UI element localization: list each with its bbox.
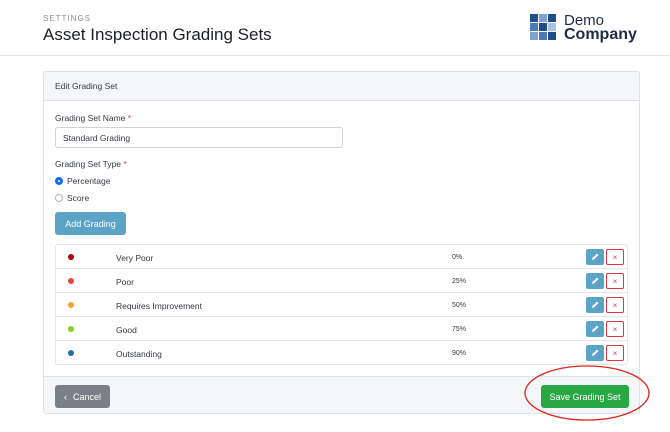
page-header: SETTINGS Asset Inspection Grading Sets D…: [0, 0, 670, 56]
grade-value: 75%: [452, 326, 467, 333]
grading-row: Outstanding 90% ×: [56, 341, 627, 365]
grade-name: Requires Improvement: [116, 301, 202, 311]
pencil-icon: [592, 253, 599, 260]
grading-set-type-label: Grading Set Type *: [55, 159, 127, 169]
pencil-icon: [592, 277, 599, 284]
grade-name: Outstanding: [116, 349, 162, 359]
edit-grading-button[interactable]: [586, 273, 604, 289]
delete-grading-button[interactable]: ×: [606, 321, 624, 337]
logo-grid-icon: [530, 14, 557, 41]
grade-value: 90%: [452, 350, 467, 357]
grading-row: Very Poor 0% ×: [56, 245, 627, 269]
grading-row: Requires Improvement 50% ×: [56, 293, 627, 317]
logo-text-company: Company: [564, 26, 637, 43]
pencil-icon: [592, 301, 599, 308]
radio-option-score[interactable]: Score: [55, 193, 89, 203]
grade-color-dot: [68, 326, 74, 332]
delete-grading-button[interactable]: ×: [606, 273, 624, 289]
grading-row: Poor 25% ×: [56, 269, 627, 293]
pencil-icon: [592, 325, 599, 332]
required-indicator: *: [127, 113, 132, 123]
radio-label-score: Score: [67, 193, 90, 203]
add-grading-button[interactable]: Add Grading: [55, 212, 126, 235]
grading-set-type-label-text: Grading Set Type: [55, 159, 121, 169]
page-title: Asset Inspection Grading Sets: [43, 25, 272, 44]
edit-grading-button[interactable]: [586, 321, 604, 337]
radio-unchecked-icon[interactable]: [55, 194, 63, 202]
grade-value: 50%: [452, 302, 467, 309]
chevron-left-icon: ‹: [63, 391, 67, 402]
cancel-button[interactable]: ‹ Cancel: [55, 385, 110, 408]
card-header: Edit Grading Set: [44, 72, 639, 101]
grade-color-dot: [68, 302, 74, 308]
pencil-icon: [592, 349, 599, 356]
grading-list: Very Poor 0% × Poor 25% × Requires Impro…: [55, 244, 628, 365]
breadcrumb-settings[interactable]: SETTINGS: [43, 14, 91, 23]
grading-set-name-input[interactable]: [55, 127, 343, 148]
delete-grading-button[interactable]: ×: [606, 249, 624, 265]
edit-grading-button[interactable]: [586, 345, 604, 361]
card-header-title: Edit Grading Set: [55, 81, 118, 91]
delete-grading-button[interactable]: ×: [606, 345, 624, 361]
grade-name: Poor: [116, 277, 134, 287]
grade-color-dot: [68, 254, 74, 260]
radio-checked-icon[interactable]: [55, 177, 63, 185]
delete-grading-button[interactable]: ×: [606, 297, 624, 313]
grading-row: Good 75% ×: [56, 317, 627, 341]
grade-value: 25%: [452, 278, 467, 285]
radio-label-percentage: Percentage: [67, 176, 111, 186]
grade-name: Very Poor: [116, 253, 154, 263]
grade-color-dot: [68, 350, 74, 356]
cancel-button-label: Cancel: [72, 391, 101, 402]
card-footer: ‹ Cancel Save Grading Set: [44, 376, 639, 413]
grading-set-name-label-text: Grading Set Name: [55, 113, 126, 123]
radio-option-percentage[interactable]: Percentage: [55, 176, 110, 186]
save-grading-set-button[interactable]: Save Grading Set: [541, 385, 629, 408]
company-logo[interactable]: Demo Company: [530, 12, 640, 46]
edit-grading-set-card: Edit Grading Set Grading Set Name * Grad…: [43, 71, 640, 414]
grade-name: Good: [116, 325, 137, 335]
required-indicator: *: [123, 159, 127, 169]
grading-set-name-label: Grading Set Name *: [55, 113, 131, 123]
grade-color-dot: [68, 278, 74, 284]
edit-grading-button[interactable]: [586, 249, 604, 265]
grade-value: 0%: [452, 254, 463, 261]
edit-grading-button[interactable]: [586, 297, 604, 313]
